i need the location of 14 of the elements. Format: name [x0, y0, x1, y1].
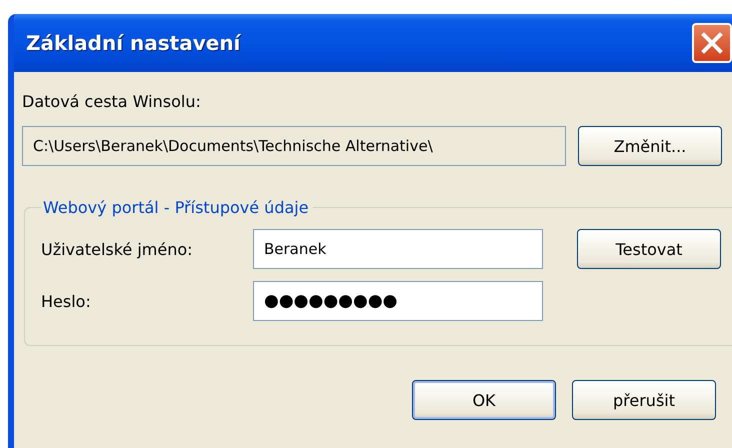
- window-title: Základní nastavení: [26, 31, 240, 55]
- change-button[interactable]: Změnit...: [578, 126, 722, 166]
- dialog-button[interactable]: OK: [412, 380, 556, 420]
- dialog-button[interactable]: přerušit: [572, 380, 716, 420]
- path-field[interactable]: C:\Users\Beranek\Documents\Technische Alternative\: [22, 126, 566, 166]
- test-button[interactable]: Testovat: [577, 229, 721, 269]
- group-legend: Webový portál - Přístupové údaje: [41, 198, 313, 217]
- field-label: Uživatelské jméno:: [41, 240, 194, 258]
- close-icon: [700, 31, 724, 55]
- field-label: Heslo:: [41, 292, 92, 310]
- input-field[interactable]: Beranek: [253, 229, 543, 269]
- input-field[interactable]: ●●●●●●●●●: [253, 281, 543, 321]
- close-button[interactable]: [692, 23, 732, 63]
- field-label: Datová cesta Winsolu:: [22, 92, 202, 112]
